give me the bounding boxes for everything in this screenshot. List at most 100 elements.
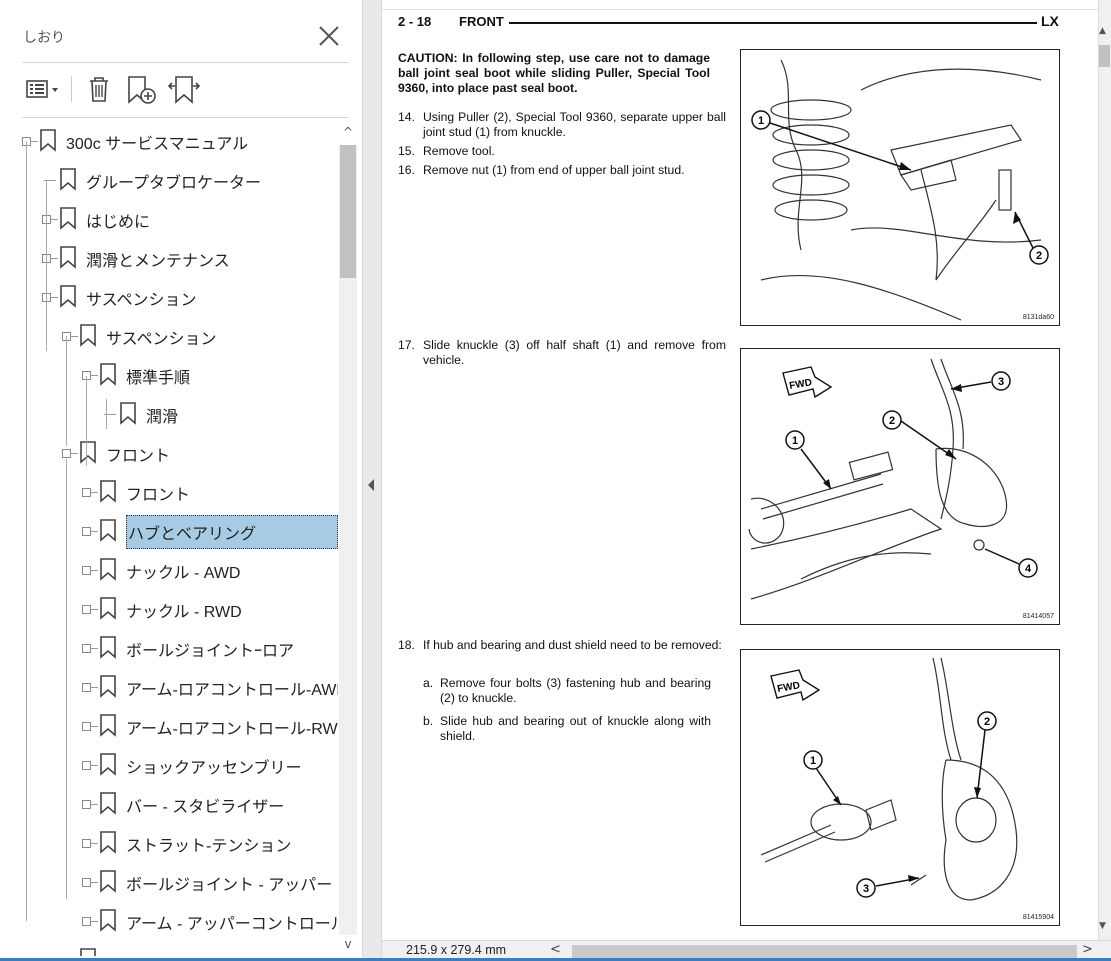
bookmark-item[interactable]: はじめに <box>16 199 338 238</box>
bookmark-item[interactable]: バー - スタビライザー <box>16 784 338 823</box>
bookmark-item[interactable]: 潤滑とメンテナンス <box>16 238 338 277</box>
step-text: Remove four bolts (3) fastening hub and … <box>440 676 711 705</box>
step-text: Remove tool. <box>423 144 495 158</box>
figure-knuckle: FWD 1 2 3 4 81414057 <box>740 348 1060 625</box>
knuckle-illustration: FWD 1 2 3 4 <box>748 358 1038 600</box>
document-scrollbar[interactable] <box>1098 0 1111 940</box>
bookmark-label: バー - スタビライザー <box>126 799 285 816</box>
caution-text: CAUTION: In following step, use care not… <box>398 51 710 95</box>
bookmark-label: 潤滑とメンテナンス <box>86 253 230 270</box>
bookmark-icon <box>60 207 76 230</box>
figure-code: 8131da60 <box>1022 314 1054 321</box>
scroll-down-arrow[interactable]: ▼ <box>1099 921 1106 931</box>
bookmark-item[interactable]: ストラット-テンション <box>16 823 338 862</box>
toolbar-separator <box>71 76 72 102</box>
bookmark-item[interactable]: サスペンション <box>16 316 338 355</box>
bookmark-item[interactable]: フロント <box>16 472 338 511</box>
callout-2: 2 <box>984 716 990 728</box>
bookmark-label: アーム-ロアコントロール-RWD <box>126 721 338 738</box>
document-page: 2 - 18 FRONT LX CAUTION: In following st… <box>382 0 1098 940</box>
step-letter: a. <box>423 676 434 690</box>
bookmark-item[interactable]: リア <box>16 940 338 956</box>
step-text: Slide knuckle (3) off half shaft (1) and… <box>423 338 726 367</box>
step-text: If hub and bearing and dust shield need … <box>423 638 722 652</box>
bookmark-item[interactable]: アーム-ロアコントロール-RWD <box>16 706 338 745</box>
bookmark-item[interactable]: アーム-ロアコントロール-AWD <box>16 667 338 706</box>
bookmark-item[interactable]: ボールジョイント - アッパー <box>16 862 338 901</box>
step-18: 18. If hub and bearing and dust shield n… <box>398 638 728 668</box>
bookmark-label: ボールジョイント - アッパー <box>126 877 333 894</box>
step-number: 16. <box>398 163 415 177</box>
scroll-down-arrow[interactable]: v <box>339 937 357 955</box>
bookmark-icon <box>120 402 136 425</box>
bookmark-item[interactable]: ナックル - RWD <box>16 589 338 628</box>
step-14: 14. Using Puller (2), Special Tool 9360,… <box>398 110 728 140</box>
page-top-edge <box>382 0 1098 10</box>
bookmark-label: 潤滑 <box>146 409 179 426</box>
scroll-up-arrow[interactable]: ▲ <box>1099 26 1106 36</box>
bookmark-label: フロント <box>106 448 171 465</box>
bookmark-icon <box>80 441 96 464</box>
bookmark-icon <box>60 168 76 191</box>
bookmark-icon <box>80 948 96 956</box>
tree-connector <box>30 141 38 142</box>
delete-bookmark-icon[interactable] <box>84 72 114 106</box>
scroll-left-arrow[interactable]: < <box>550 942 561 957</box>
bookmark-item[interactable]: サスペンション <box>16 277 338 316</box>
bookmark-item[interactable]: 300c サービスマニュアル <box>16 121 338 160</box>
puller-illustration: 1 2 <box>751 59 1049 321</box>
collapse-panel-icon[interactable] <box>366 478 376 492</box>
bookmark-toolbar <box>22 70 352 110</box>
bookmark-label: アーム-ロアコントロール-AWD <box>126 682 338 699</box>
bookmark-item[interactable]: フロント <box>16 433 338 472</box>
bookmark-item[interactable]: ショックアッセンブリー <box>16 745 338 784</box>
scrollbar-thumb[interactable] <box>340 145 356 278</box>
bookmark-item[interactable]: グループタブロケーター <box>16 160 338 199</box>
tree-guide-line <box>66 459 67 899</box>
close-icon[interactable] <box>315 22 343 50</box>
new-bookmark-icon[interactable] <box>124 72 158 106</box>
figure-puller: 1 2 8131da60 <box>740 49 1060 326</box>
tree-guide-line <box>46 181 47 351</box>
tree-connector <box>90 843 98 844</box>
callout-2: 2 <box>1036 250 1042 262</box>
bookmark-label: はじめに <box>86 214 151 231</box>
hub-bearing-illustration: FWD 1 2 3 <box>760 657 1018 901</box>
bookmark-icon <box>100 480 116 503</box>
document-scrollbar-thumb[interactable] <box>1099 45 1110 67</box>
scroll-right-arrow[interactable]: > <box>1082 942 1093 957</box>
step-letter: b. <box>423 714 434 728</box>
bookmark-item[interactable]: 潤滑 <box>16 394 338 433</box>
callout-1: 1 <box>758 115 764 127</box>
bookmark-item[interactable]: ハブとベアリング <box>16 511 338 550</box>
bookmark-icon <box>100 597 116 620</box>
tree-connector <box>70 336 78 337</box>
bookmark-label: アーム - アッパーコントロール <box>126 916 338 933</box>
step-text: Slide hub and bearing out of knuckle alo… <box>440 714 711 743</box>
bookmark-label: ストラット-テンション <box>126 838 292 855</box>
bookmark-icon <box>100 558 116 581</box>
bookmark-item[interactable]: アーム - アッパーコントロール <box>16 901 338 940</box>
bookmark-label: 300c サービスマニュアル <box>66 136 249 153</box>
tree-connector <box>90 570 98 571</box>
tree-connector <box>90 687 98 688</box>
scroll-up-arrow[interactable]: ^ <box>339 125 357 143</box>
bookmark-item[interactable]: 標準手順 <box>16 355 338 394</box>
tree-connector <box>90 609 98 610</box>
options-menu-icon[interactable] <box>24 72 62 106</box>
horizontal-scrollbar-thumb[interactable] <box>572 945 1077 958</box>
step-number: 15. <box>398 144 415 158</box>
step-18a: a. Remove four bolts (3) fastening hub a… <box>423 676 728 706</box>
bookmark-icon <box>100 519 116 542</box>
bookmark-item[interactable]: ボールジョイントｰロア <box>16 628 338 667</box>
section-title: FRONT <box>459 14 504 29</box>
tree-connector <box>50 219 58 220</box>
bookmark-label: ナックル - AWD <box>126 565 241 582</box>
tree-connector <box>90 804 98 805</box>
bookmark-icon <box>100 831 116 854</box>
expand-bookmark-icon[interactable] <box>166 72 202 106</box>
tree-connector <box>90 648 98 649</box>
bookmark-icon <box>80 324 96 347</box>
bookmark-label: ハブとベアリング <box>126 515 338 549</box>
bookmark-item[interactable]: ナックル - AWD <box>16 550 338 589</box>
